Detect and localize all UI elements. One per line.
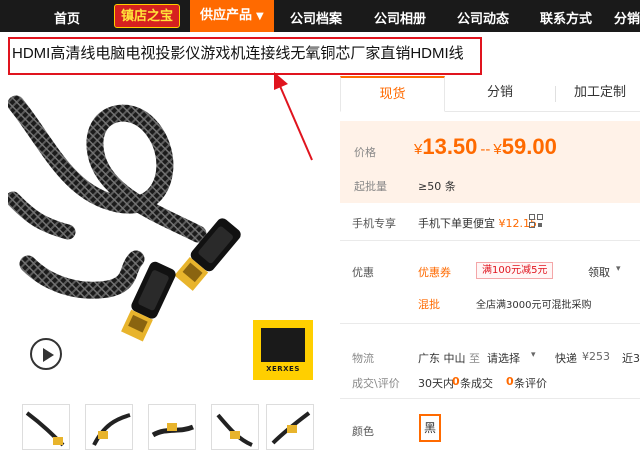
nav-item-profile[interactable]: 公司档案 <box>290 8 342 27</box>
divider <box>340 240 640 241</box>
express-price: ¥253 <box>582 350 610 363</box>
tab-in-stock[interactable]: 现货 <box>340 76 445 112</box>
caret-down-icon: ▼ <box>256 11 264 22</box>
nav-item-products[interactable]: 供应产品 ▼ <box>190 0 274 32</box>
currency-symbol: ¥ <box>493 141 502 158</box>
cable-thumb-icon <box>151 423 194 438</box>
purchase-tabs: 现货 分销 加工定制 <box>340 76 640 112</box>
divider <box>340 323 640 324</box>
destination-select[interactable]: 请选择 <box>487 350 520 366</box>
mobile-promo: 手机下单更便宜 <box>418 217 495 230</box>
price-low: 13.50 <box>422 134 478 159</box>
origin-city: 广东 中山 <box>418 352 466 365</box>
mix-label: 混批 <box>418 298 440 311</box>
thumbnail[interactable] <box>211 404 259 450</box>
nav-item-products-label: 供应产品 <box>200 8 253 23</box>
coupon-badge[interactable]: 满100元减5元 <box>476 262 554 279</box>
nav-item-home[interactable]: 首页 <box>54 8 80 27</box>
trophy-icon <box>261 328 305 362</box>
nav-item-distribution[interactable]: 分销 <box>614 8 640 27</box>
qr-code-icon[interactable] <box>529 214 543 228</box>
cable-thumb-icon <box>92 413 131 446</box>
product-title: HDMI高清线电脑电视投影仪游戏机连接线无氧铜芯厂家直销HDMI线 <box>12 45 464 62</box>
mobile-label: 手机专享 <box>352 217 396 230</box>
review-text: 条评价 <box>514 377 547 390</box>
color-label: 颜色 <box>352 425 374 438</box>
to-label: 至 <box>469 352 480 365</box>
tab-distribution[interactable]: 分销 <box>450 76 550 112</box>
deals-label: 成交\评价 <box>352 377 400 390</box>
cutoff-text: 近3 <box>622 352 640 365</box>
play-video-button[interactable] <box>30 338 62 370</box>
deals-text: 条成交 <box>460 377 493 390</box>
moq-label: 起批量 <box>354 180 387 193</box>
brand-logo: XERXES <box>253 320 313 380</box>
price-label: 价格 <box>354 146 376 159</box>
red-arrow-annotation <box>274 72 313 161</box>
tab-custom[interactable]: 加工定制 <box>560 76 640 112</box>
deals-period: 30天内 <box>418 377 454 390</box>
thumbnail[interactable] <box>148 404 196 450</box>
express-label: 快递 <box>555 352 577 365</box>
promo-label: 优惠 <box>352 266 374 279</box>
logistics-label: 物流 <box>352 352 374 365</box>
tab-divider <box>555 86 556 102</box>
thumbnail[interactable] <box>22 404 70 450</box>
mix-text: 全店满3000元可混批采购 <box>476 300 592 311</box>
price-separator: -- <box>480 141 491 158</box>
nav-featured-badge[interactable]: 镇店之宝 <box>114 4 181 28</box>
thumbnail[interactable] <box>85 404 133 450</box>
brand-logo-text: XERXES <box>266 365 300 373</box>
cable-thumb-icon <box>216 413 253 447</box>
chevron-down-icon[interactable]: ▾ <box>531 350 536 360</box>
nav-item-album[interactable]: 公司相册 <box>374 8 426 27</box>
cable-thumb-icon <box>271 411 311 445</box>
top-nav: 首页 镇店之宝 供应产品 ▼ 公司档案 公司相册 公司动态 联系方式 分销 <box>0 0 640 32</box>
moq-value: ≥50 条 <box>418 180 456 193</box>
chevron-down-icon[interactable]: ▾ <box>616 264 621 274</box>
price-high: 59.00 <box>501 134 557 159</box>
mobile-text: 手机下单更便宜 ¥12.15 <box>418 215 537 231</box>
nav-item-news[interactable]: 公司动态 <box>457 8 509 27</box>
nav-item-contact[interactable]: 联系方式 <box>540 8 592 27</box>
review-count[interactable]: 0 <box>506 375 514 388</box>
color-option-black[interactable]: 黑 <box>419 414 441 442</box>
divider <box>340 398 640 399</box>
thumbnail-strip <box>8 398 320 450</box>
deals-count[interactable]: 0 <box>452 375 460 388</box>
cable-thumb-icon <box>25 411 65 447</box>
thumbnail[interactable] <box>266 404 314 450</box>
coupon-label: 优惠券 <box>418 266 451 279</box>
claim-link[interactable]: 领取 <box>588 264 610 280</box>
price-range: ¥13.50 -- ¥59.00 <box>414 134 557 160</box>
